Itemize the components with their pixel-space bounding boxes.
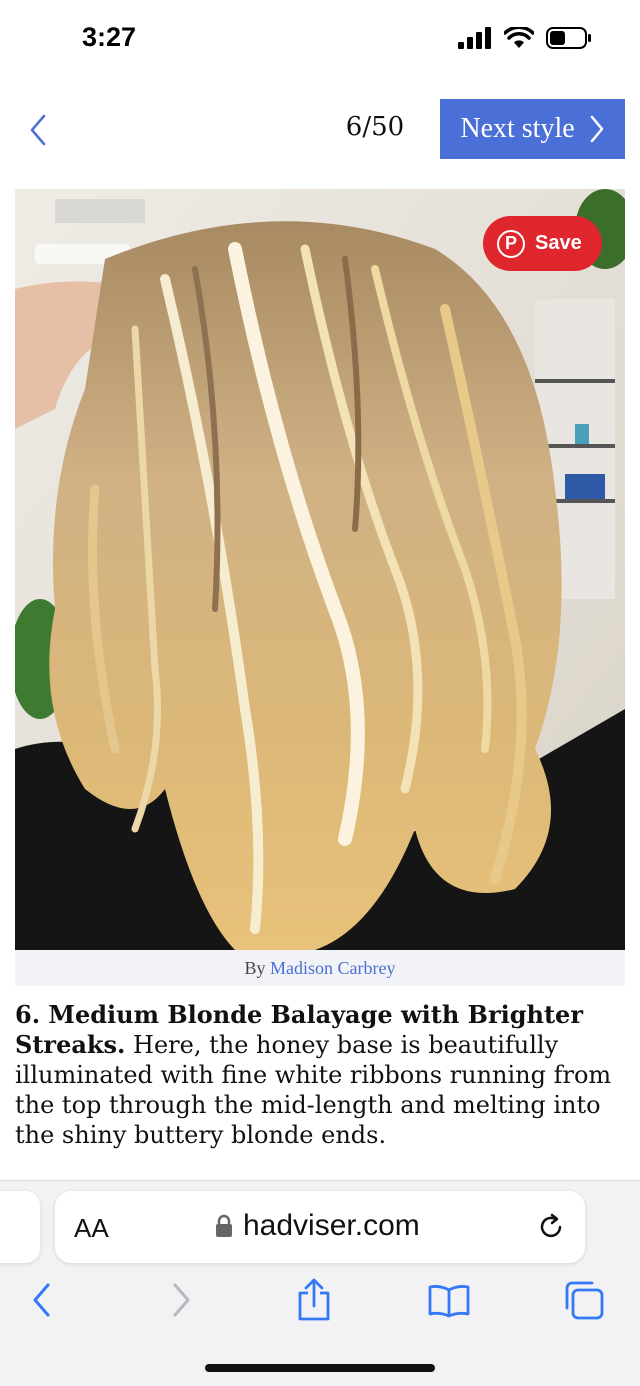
- bookmarks-icon: [428, 1285, 470, 1318]
- photo-credit: By Madison Carbrey: [15, 950, 625, 986]
- gallery-nav: 6/50 Next style: [0, 96, 640, 162]
- tabs-icon: [565, 1281, 604, 1320]
- next-style-label: Next style: [460, 113, 575, 144]
- credit-prefix: By: [244, 958, 266, 978]
- pinterest-icon: P: [497, 229, 525, 258]
- credit-author-link[interactable]: Madison Carbrey: [270, 958, 395, 978]
- back-chevron-icon[interactable]: [24, 110, 54, 150]
- bookmarks-button[interactable]: [425, 1276, 473, 1324]
- address-bar[interactable]: AA hadviser.com: [55, 1191, 585, 1263]
- style-description: 6. Medium Blonde Balayage with Brighter …: [15, 1000, 615, 1150]
- share-button[interactable]: [290, 1276, 338, 1324]
- browser-back-button[interactable]: [18, 1276, 66, 1324]
- browser-toolbar: [0, 1276, 640, 1326]
- browser-forward-button[interactable]: [157, 1276, 205, 1324]
- slide-counter: 6/50: [345, 112, 405, 142]
- status-bar: 3:27: [0, 0, 640, 80]
- reload-icon[interactable]: [535, 1211, 567, 1243]
- cellular-signal-icon: [458, 27, 491, 49]
- url-text: hadviser.com: [243, 1209, 420, 1242]
- hairstyle-photo: P Save: [15, 189, 625, 950]
- lock-icon: [216, 1214, 232, 1237]
- share-icon: [298, 1278, 330, 1321]
- forward-icon: [173, 1283, 190, 1317]
- tabs-button[interactable]: [560, 1276, 608, 1324]
- home-indicator: [205, 1364, 435, 1372]
- status-icons: [458, 26, 592, 50]
- battery-icon: [546, 27, 591, 49]
- pinterest-save-button[interactable]: P Save: [483, 216, 602, 271]
- chevron-right-icon: [590, 115, 603, 143]
- previous-tab-peek[interactable]: [0, 1191, 40, 1263]
- url-display[interactable]: hadviser.com: [215, 1209, 420, 1243]
- save-label: Save: [535, 232, 582, 254]
- status-time: 3:27: [82, 22, 137, 52]
- browser-bottom-bar: AA hadviser.com: [0, 1180, 640, 1386]
- next-style-button[interactable]: Next style: [440, 99, 625, 159]
- hair-illustration: [15, 189, 625, 950]
- back-icon: [33, 1283, 50, 1317]
- reader-settings-button[interactable]: AA: [74, 1213, 109, 1244]
- wifi-icon: [504, 27, 534, 48]
